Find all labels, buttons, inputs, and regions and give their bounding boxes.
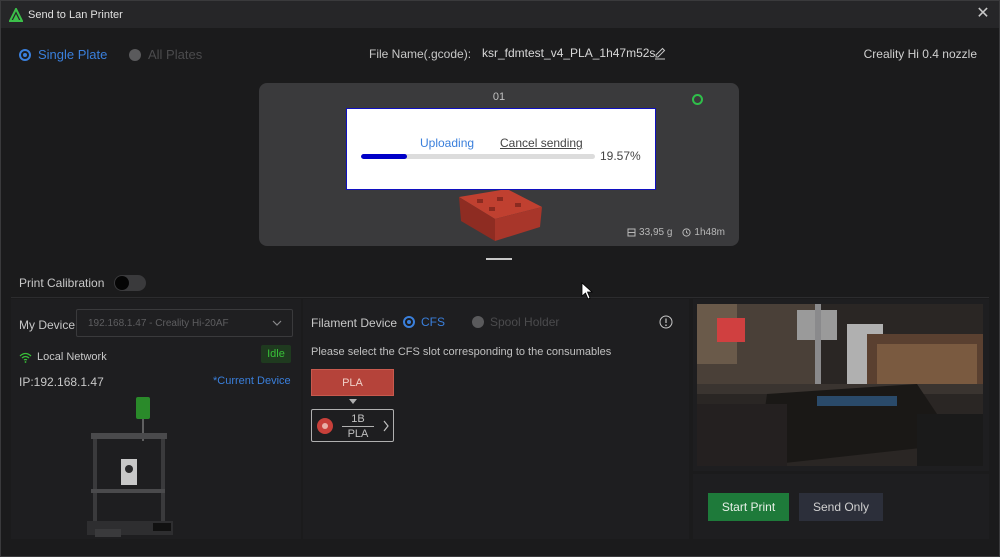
upload-status-text: Uploading xyxy=(420,136,475,150)
filament-weight-icon xyxy=(627,228,636,237)
device-select[interactable]: 192.168.1.47 - Creality Hi-20AF xyxy=(76,309,293,337)
filament-panel: Filament Device CFS Spool Holder Please … xyxy=(303,299,689,539)
printer-image xyxy=(87,397,173,537)
radio-selected-icon xyxy=(19,48,31,61)
file-name-label: File Name(.gcode): xyxy=(369,47,472,61)
current-device-label: *Current Device xyxy=(213,375,291,387)
plate-options-bar: Single Plate All Plates File Name(.gcode… xyxy=(1,41,999,67)
radio-unselected-icon xyxy=(472,316,484,328)
action-panel: Start Print Send Only xyxy=(693,474,989,539)
cfs-radio[interactable]: CFS xyxy=(403,315,445,329)
network-label: Local Network xyxy=(37,351,107,363)
edit-pencil-icon[interactable] xyxy=(653,46,667,60)
filament-device-label: Filament Device xyxy=(311,316,398,330)
upload-progress-percent: 19.57% xyxy=(600,149,641,163)
device-panel: My Device 192.168.1.47 - Creality Hi-20A… xyxy=(11,299,301,539)
plate-weight: 33,95 g xyxy=(639,227,673,238)
spool-holder-radio[interactable]: Spool Holder xyxy=(472,315,559,329)
slot-color-icon xyxy=(317,418,333,434)
material-button[interactable]: PLA xyxy=(311,369,394,396)
app-logo-icon xyxy=(9,7,23,22)
title-bar: Send to Lan Printer ✕ xyxy=(1,1,999,28)
slot-id: 1B xyxy=(351,413,365,425)
single-plate-radio[interactable]: Single Plate xyxy=(19,47,107,62)
mouse-cursor-icon xyxy=(581,282,593,300)
clock-icon xyxy=(682,228,692,237)
single-plate-label: Single Plate xyxy=(38,47,108,62)
upload-progress-dialog: Uploading Cancel sending 19.57% xyxy=(346,108,656,190)
all-plates-label: All Plates xyxy=(148,47,203,62)
chevron-down-icon xyxy=(272,320,282,326)
plate-time: 1h48m xyxy=(694,227,725,238)
section-divider xyxy=(11,297,989,298)
info-icon[interactable] xyxy=(659,315,673,329)
status-badge: Idle xyxy=(261,345,291,363)
panel-drag-handle[interactable] xyxy=(486,258,512,260)
spool-holder-label: Spool Holder xyxy=(490,315,560,329)
camera-feed-image xyxy=(697,304,983,466)
upload-progress-bar xyxy=(361,154,595,159)
start-print-button[interactable]: Start Print xyxy=(708,493,789,521)
file-name-value: ksr_fdmtest_v4_PLA_1h47m52s xyxy=(482,46,656,60)
my-device-label: My Device xyxy=(19,318,76,332)
send-only-button[interactable]: Send Only xyxy=(799,493,883,521)
print-calibration-row: Print Calibration xyxy=(19,275,147,291)
arrow-down-icon xyxy=(349,399,357,404)
model-preview-image xyxy=(459,189,542,241)
slot-material: PLA xyxy=(347,428,369,440)
camera-panel xyxy=(693,299,989,471)
upload-progress-fill xyxy=(361,154,407,159)
send-to-lan-printer-dialog: Send to Lan Printer ✕ Single Plate All P… xyxy=(0,0,1000,557)
device-ip: IP:192.168.1.47 xyxy=(19,375,104,389)
all-plates-radio[interactable]: All Plates xyxy=(129,47,202,62)
chevron-right-icon xyxy=(383,420,389,432)
cfs-slot-selector[interactable]: 1B PLA xyxy=(311,409,394,442)
radio-selected-icon xyxy=(403,316,415,328)
network-row: Local Network xyxy=(19,351,107,363)
radio-unselected-icon xyxy=(129,48,141,61)
plate-number: 01 xyxy=(492,91,506,103)
print-calibration-toggle[interactable] xyxy=(114,275,147,291)
printer-profile-name: Creality Hi 0.4 nozzle xyxy=(863,47,977,61)
weight-meta: 33,95 g xyxy=(627,227,672,238)
cfs-slot-hint: Please select the CFS slot corresponding… xyxy=(311,346,612,358)
window-title: Send to Lan Printer xyxy=(28,8,123,21)
print-calibration-label: Print Calibration xyxy=(19,276,105,290)
cfs-label: CFS xyxy=(421,315,445,329)
device-select-value: 192.168.1.47 - Creality Hi-20AF xyxy=(88,318,229,329)
plate-status-ring-icon xyxy=(692,94,703,105)
slot-separator xyxy=(342,426,374,427)
cancel-sending-link[interactable]: Cancel sending xyxy=(500,136,583,150)
close-icon[interactable]: ✕ xyxy=(975,6,991,22)
time-meta: 1h48m xyxy=(682,227,725,238)
wifi-icon xyxy=(19,352,32,363)
plate-meta: 33,95 g 1h48m xyxy=(627,227,725,238)
